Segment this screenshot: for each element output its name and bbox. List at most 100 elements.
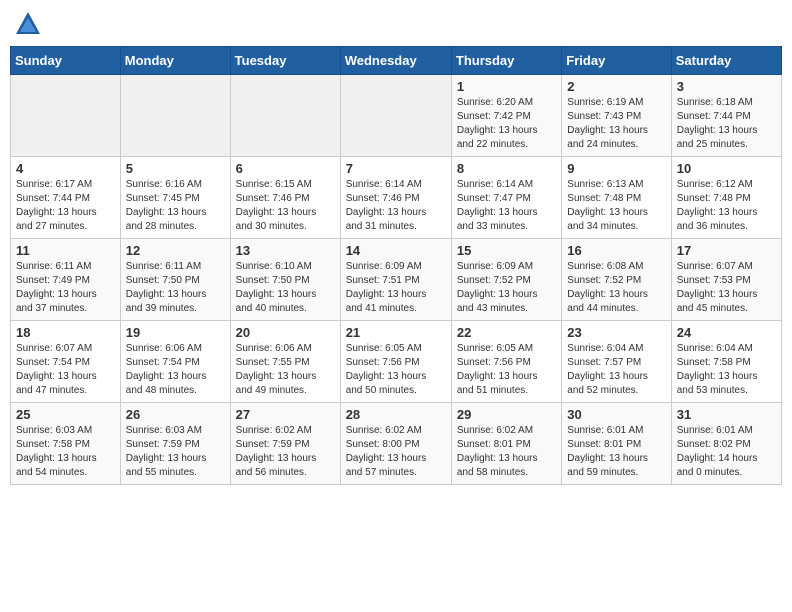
day-cell: 15Sunrise: 6:09 AM Sunset: 7:52 PM Dayli…	[451, 239, 561, 321]
calendar: SundayMondayTuesdayWednesdayThursdayFrid…	[10, 46, 782, 485]
day-number: 17	[677, 243, 776, 258]
day-info: Sunrise: 6:13 AM Sunset: 7:48 PM Dayligh…	[567, 178, 665, 234]
day-info: Sunrise: 6:04 AM Sunset: 7:58 PM Dayligh…	[677, 342, 776, 398]
day-info: Sunrise: 6:06 AM Sunset: 7:54 PM Dayligh…	[126, 342, 225, 398]
header-cell-saturday: Saturday	[671, 47, 781, 75]
day-number: 31	[677, 407, 776, 422]
day-number: 13	[236, 243, 335, 258]
day-cell: 3 Sunrise: 6:18 AM Sunset: 7:44 PM Daylig…	[671, 75, 781, 157]
day-cell: 6 Sunrise: 6:15 AM Sunset: 7:46 PM Daylig…	[230, 157, 340, 239]
day-cell: 10 Sunrise: 6:12 AM Sunset: 7:48 PM Dayli…	[671, 157, 781, 239]
day-info: Sunrise: 6:02 AM Sunset: 7:59 PM Dayligh…	[236, 424, 335, 480]
day-number: 27	[236, 407, 335, 422]
day-info: Sunrise: 6:20 AM Sunset: 7:42 PM Dayligh…	[457, 96, 556, 152]
day-info: Sunrise: 6:05 AM Sunset: 7:56 PM Dayligh…	[346, 342, 446, 398]
day-number: 25	[16, 407, 115, 422]
day-number: 4	[16, 161, 115, 176]
day-cell: 11 Sunrise: 6:11 AM Sunset: 7:49 PM Dayli…	[11, 239, 121, 321]
calendar-header: SundayMondayTuesdayWednesdayThursdayFrid…	[11, 47, 782, 75]
day-number: 21	[346, 325, 446, 340]
day-cell: 29 Sunrise: 6:02 AM Sunset: 8:01 PM Dayli…	[451, 403, 561, 485]
day-cell: 19Sunrise: 6:06 AM Sunset: 7:54 PM Dayli…	[120, 321, 230, 403]
day-cell: 26 Sunrise: 6:03 AM Sunset: 7:59 PM Dayli…	[120, 403, 230, 485]
day-number: 26	[126, 407, 225, 422]
day-number: 6	[236, 161, 335, 176]
day-number: 15	[457, 243, 556, 258]
day-number: 22	[457, 325, 556, 340]
day-info: Sunrise: 6:03 AM Sunset: 7:59 PM Dayligh…	[126, 424, 225, 480]
day-cell: 4 Sunrise: 6:17 AM Sunset: 7:44 PM Daylig…	[11, 157, 121, 239]
week-row-1: 1 Sunrise: 6:20 AM Sunset: 7:42 PM Daylig…	[11, 75, 782, 157]
day-info: Sunrise: 6:02 AM Sunset: 8:01 PM Dayligh…	[457, 424, 556, 480]
day-cell	[11, 75, 121, 157]
day-number: 5	[126, 161, 225, 176]
day-number: 18	[16, 325, 115, 340]
day-info: Sunrise: 6:09 AM Sunset: 7:51 PM Dayligh…	[346, 260, 446, 316]
day-cell	[340, 75, 451, 157]
day-cell: 28Sunrise: 6:02 AM Sunset: 8:00 PM Dayli…	[340, 403, 451, 485]
day-info: Sunrise: 6:19 AM Sunset: 7:43 PM Dayligh…	[567, 96, 665, 152]
week-row-3: 11 Sunrise: 6:11 AM Sunset: 7:49 PM Dayli…	[11, 239, 782, 321]
day-number: 30	[567, 407, 665, 422]
day-number: 10	[677, 161, 776, 176]
week-row-5: 25 Sunrise: 6:03 AM Sunset: 7:58 PM Dayli…	[11, 403, 782, 485]
logo-icon	[14, 10, 42, 38]
logo	[14, 10, 44, 38]
day-info: Sunrise: 6:06 AM Sunset: 7:55 PM Dayligh…	[236, 342, 335, 398]
day-number: 2	[567, 79, 665, 94]
day-number: 20	[236, 325, 335, 340]
day-info: Sunrise: 6:04 AM Sunset: 7:57 PM Dayligh…	[567, 342, 665, 398]
day-cell: 24 Sunrise: 6:04 AM Sunset: 7:58 PM Dayli…	[671, 321, 781, 403]
day-cell: 25 Sunrise: 6:03 AM Sunset: 7:58 PM Dayli…	[11, 403, 121, 485]
week-row-4: 18 Sunrise: 6:07 AM Sunset: 7:54 PM Dayli…	[11, 321, 782, 403]
day-info: Sunrise: 6:01 AM Sunset: 8:02 PM Dayligh…	[677, 424, 776, 480]
day-number: 14	[346, 243, 446, 258]
day-cell: 21 Sunrise: 6:05 AM Sunset: 7:56 PM Dayli…	[340, 321, 451, 403]
header-cell-tuesday: Tuesday	[230, 47, 340, 75]
header-cell-sunday: Sunday	[11, 47, 121, 75]
calendar-body: 1 Sunrise: 6:20 AM Sunset: 7:42 PM Daylig…	[11, 75, 782, 485]
header-row: SundayMondayTuesdayWednesdayThursdayFrid…	[11, 47, 782, 75]
day-info: Sunrise: 6:11 AM Sunset: 7:49 PM Dayligh…	[16, 260, 115, 316]
day-cell: 7Sunrise: 6:14 AM Sunset: 7:46 PM Daylig…	[340, 157, 451, 239]
day-info: Sunrise: 6:07 AM Sunset: 7:54 PM Dayligh…	[16, 342, 115, 398]
day-number: 24	[677, 325, 776, 340]
day-cell: 17Sunrise: 6:07 AM Sunset: 7:53 PM Dayli…	[671, 239, 781, 321]
day-cell: 23Sunrise: 6:04 AM Sunset: 7:57 PM Dayli…	[562, 321, 671, 403]
day-info: Sunrise: 6:17 AM Sunset: 7:44 PM Dayligh…	[16, 178, 115, 234]
day-number: 3	[677, 79, 776, 94]
day-cell	[230, 75, 340, 157]
header-cell-thursday: Thursday	[451, 47, 561, 75]
day-cell: 9 Sunrise: 6:13 AM Sunset: 7:48 PM Daylig…	[562, 157, 671, 239]
day-cell: 20 Sunrise: 6:06 AM Sunset: 7:55 PM Dayli…	[230, 321, 340, 403]
day-number: 8	[457, 161, 556, 176]
day-info: Sunrise: 6:03 AM Sunset: 7:58 PM Dayligh…	[16, 424, 115, 480]
day-cell: 31 Sunrise: 6:01 AM Sunset: 8:02 PM Dayli…	[671, 403, 781, 485]
day-info: Sunrise: 6:15 AM Sunset: 7:46 PM Dayligh…	[236, 178, 335, 234]
header-cell-wednesday: Wednesday	[340, 47, 451, 75]
day-info: Sunrise: 6:16 AM Sunset: 7:45 PM Dayligh…	[126, 178, 225, 234]
header	[10, 10, 782, 38]
day-number: 9	[567, 161, 665, 176]
day-info: Sunrise: 6:14 AM Sunset: 7:46 PM Dayligh…	[346, 178, 446, 234]
day-cell	[120, 75, 230, 157]
day-cell: 18 Sunrise: 6:07 AM Sunset: 7:54 PM Dayli…	[11, 321, 121, 403]
day-info: Sunrise: 6:18 AM Sunset: 7:44 PM Dayligh…	[677, 96, 776, 152]
day-cell: 30 Sunrise: 6:01 AM Sunset: 8:01 PM Dayli…	[562, 403, 671, 485]
day-info: Sunrise: 6:12 AM Sunset: 7:48 PM Dayligh…	[677, 178, 776, 234]
day-cell: 22 Sunrise: 6:05 AM Sunset: 7:56 PM Dayli…	[451, 321, 561, 403]
day-info: Sunrise: 6:05 AM Sunset: 7:56 PM Dayligh…	[457, 342, 556, 398]
day-number: 1	[457, 79, 556, 94]
day-number: 11	[16, 243, 115, 258]
day-cell: 2 Sunrise: 6:19 AM Sunset: 7:43 PM Daylig…	[562, 75, 671, 157]
day-number: 29	[457, 407, 556, 422]
header-cell-friday: Friday	[562, 47, 671, 75]
day-cell: 16Sunrise: 6:08 AM Sunset: 7:52 PM Dayli…	[562, 239, 671, 321]
day-info: Sunrise: 6:11 AM Sunset: 7:50 PM Dayligh…	[126, 260, 225, 316]
day-info: Sunrise: 6:14 AM Sunset: 7:47 PM Dayligh…	[457, 178, 556, 234]
day-info: Sunrise: 6:01 AM Sunset: 8:01 PM Dayligh…	[567, 424, 665, 480]
day-info: Sunrise: 6:10 AM Sunset: 7:50 PM Dayligh…	[236, 260, 335, 316]
day-info: Sunrise: 6:08 AM Sunset: 7:52 PM Dayligh…	[567, 260, 665, 316]
day-info: Sunrise: 6:02 AM Sunset: 8:00 PM Dayligh…	[346, 424, 446, 480]
day-cell: 12Sunrise: 6:11 AM Sunset: 7:50 PM Dayli…	[120, 239, 230, 321]
